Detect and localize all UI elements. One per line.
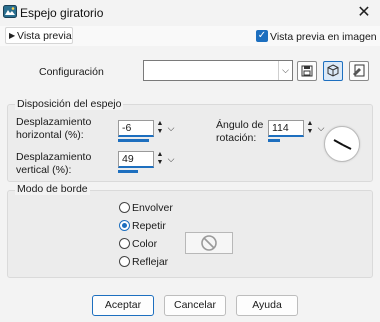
- chevron-down-icon: ⌵: [278, 61, 292, 80]
- horizontal-dropdown-icon[interactable]: ⌵: [166, 120, 176, 137]
- save-preset-button[interactable]: [297, 61, 317, 81]
- radio-envolver-label: Envolver: [132, 202, 173, 214]
- help-button[interactable]: Ayuda: [236, 295, 298, 316]
- disclosure-triangle-icon: ▶: [9, 31, 16, 40]
- save-icon: [301, 65, 313, 77]
- preview-toggle[interactable]: ▶ Vista previa: [5, 27, 73, 44]
- image-preview-label: Vista previa en imagen: [270, 31, 377, 43]
- reset-icon: [353, 64, 365, 77]
- angle-input[interactable]: 114: [268, 120, 304, 137]
- vertical-slider[interactable]: [118, 170, 138, 173]
- angle-label-line2: rotación:: [216, 132, 257, 144]
- border-color-swatch[interactable]: [185, 232, 233, 254]
- horizontal-offset-input[interactable]: -6: [118, 120, 154, 137]
- reset-button[interactable]: [349, 61, 369, 81]
- horizontal-slider[interactable]: [118, 139, 149, 142]
- radio-envolver[interactable]: [119, 202, 130, 213]
- no-color-icon: [201, 235, 217, 251]
- horizontal-spinner[interactable]: ▲ ▼: [155, 120, 165, 137]
- app-mirror-icon: [3, 5, 17, 18]
- vertical-offset-input[interactable]: 49: [118, 151, 154, 168]
- vertical-dropdown-icon[interactable]: ⌵: [166, 151, 176, 168]
- checkbox-checked-icon[interactable]: ✓: [256, 30, 268, 42]
- ok-button[interactable]: Aceptar: [92, 295, 154, 316]
- horizontal-label-line1: Desplazamiento: [16, 116, 92, 128]
- border-group-title: Modo de borde: [15, 183, 90, 195]
- angle-slider[interactable]: [268, 139, 280, 142]
- preview-toggle-label: Vista previa: [17, 30, 72, 42]
- radio-reflejar[interactable]: [119, 256, 130, 267]
- vertical-label-line2: vertical (%):: [16, 164, 72, 176]
- horizontal-label-line2: horizontal (%):: [16, 129, 84, 141]
- config-label: Configuración: [39, 66, 104, 78]
- radio-repetir-label: Repetir: [132, 220, 166, 232]
- radio-color-label: Color: [132, 238, 158, 250]
- radio-repetir[interactable]: [119, 220, 130, 231]
- preset-manager-icon: [327, 64, 339, 77]
- close-icon[interactable]: ✕: [354, 3, 374, 23]
- radio-reflejar-label: Reflejar: [132, 256, 169, 268]
- preset-manager-button[interactable]: [323, 61, 343, 81]
- window-title: Espejo giratorio: [20, 6, 104, 20]
- vertical-spinner[interactable]: ▲ ▼: [155, 151, 165, 168]
- radio-color[interactable]: [119, 238, 130, 249]
- vertical-label-line1: Desplazamiento: [16, 151, 92, 163]
- angle-label-line1: Ángulo de: [216, 119, 264, 131]
- dial-icon[interactable]: [324, 126, 360, 162]
- config-select[interactable]: ⌵: [143, 60, 293, 81]
- mirror-group-title: Disposición del espejo: [15, 98, 124, 110]
- cancel-button[interactable]: Cancelar: [164, 295, 226, 316]
- angle-spinner[interactable]: ▲ ▼: [305, 120, 315, 137]
